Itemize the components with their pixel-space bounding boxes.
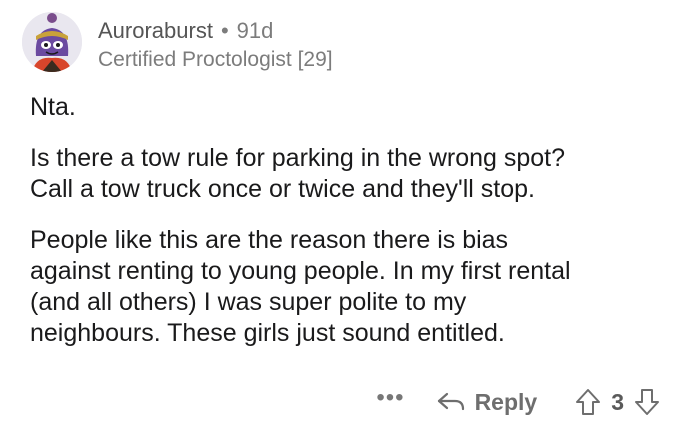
comment-paragraph-2: Is there a tow rule for parking in the w…	[30, 144, 566, 203]
comment-age: 91d	[236, 18, 274, 43]
more-options-button[interactable]: •••	[376, 386, 404, 410]
vote-controls: 3	[575, 388, 660, 416]
upvote-arrow-icon[interactable]	[575, 388, 601, 416]
reply-label: Reply	[474, 388, 538, 415]
comment-meta: Auroraburst • 91d	[98, 18, 273, 44]
comment-actions: ••• Reply 3	[376, 382, 660, 422]
comment-paragraph-3: People like this are the reason there is…	[30, 226, 571, 347]
meta-separator: •	[220, 18, 229, 43]
downvote-arrow-icon[interactable]	[634, 388, 660, 416]
vote-score: 3	[611, 388, 624, 415]
reply-button[interactable]: Reply	[437, 388, 538, 416]
snoo-avatar-icon	[22, 12, 82, 72]
reply-arrow-icon	[437, 392, 464, 411]
comment-body: Nta. Is there a tow rule for parking in …	[30, 92, 680, 369]
user-flair: Certified Proctologist [29]	[98, 48, 333, 71]
comment-paragraph-1: Nta.	[30, 93, 76, 121]
author-name[interactable]: Auroraburst	[98, 18, 213, 43]
user-avatar[interactable]	[22, 12, 82, 72]
comment: Auroraburst • 91d Certified Proctologist […	[0, 0, 700, 436]
